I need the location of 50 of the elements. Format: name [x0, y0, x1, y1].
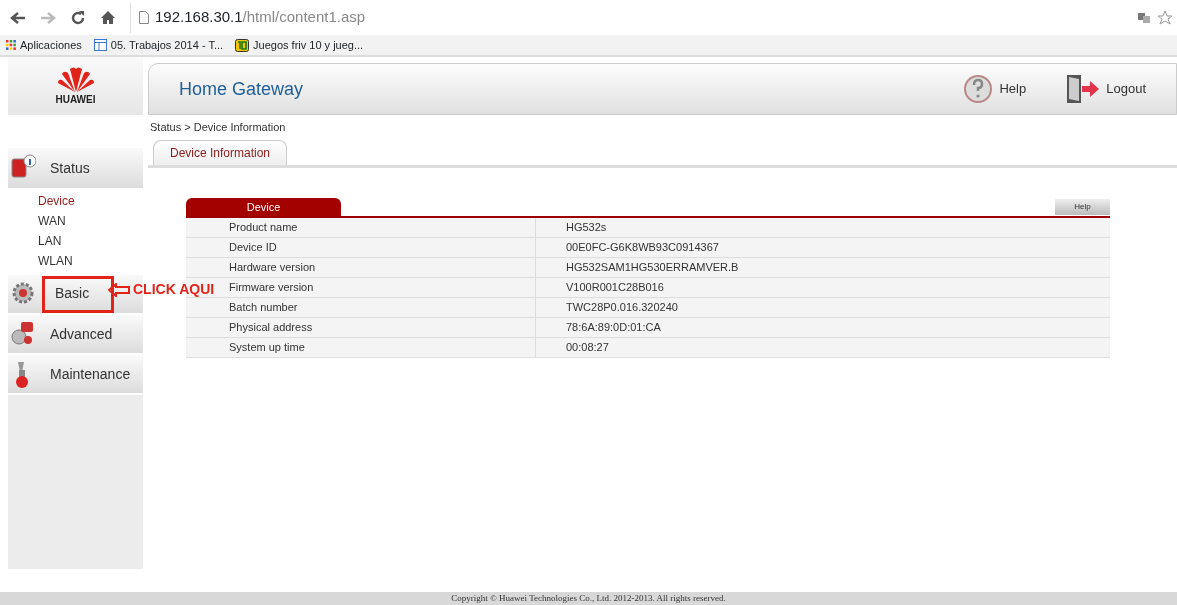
annotation-text: CLICK AQUI [133, 280, 215, 299]
home-icon[interactable] [100, 10, 116, 25]
menu-section[interactable]: Advanced [42, 319, 121, 349]
forward-icon [40, 10, 56, 25]
app-title: Home Gateway [179, 77, 305, 101]
advanced-icon [10, 320, 36, 348]
reload-icon[interactable] [70, 9, 86, 26]
row-label: Physical address [186, 318, 536, 337]
menu-section[interactable]: Status [42, 153, 98, 183]
row-label: Batch number [186, 298, 536, 317]
row-value: 78:6A:89:0D:01:CA [565, 320, 661, 336]
row-value: 00E0FC-G6K8WB93C0914367 [565, 240, 719, 256]
help-link[interactable]: Help [999, 79, 1027, 99]
menu-section[interactable]: Basic [42, 275, 115, 313]
bookmark-link[interactable]: 05. Trabajos 2014 - T... [110, 36, 224, 54]
window-icon [93, 39, 107, 51]
bookmark-link[interactable]: Juegos friv 10 y jueg... [253, 36, 364, 54]
logout-link[interactable]: Logout [1106, 79, 1146, 99]
row-label: Device ID [186, 238, 536, 257]
row-label: Hardware version [186, 258, 536, 277]
game-icon [235, 38, 250, 52]
translate-icon[interactable] [1137, 11, 1151, 24]
row-label: Product name [186, 218, 536, 237]
menu-section[interactable]: Maintenance [42, 359, 139, 389]
back-icon[interactable] [10, 10, 26, 25]
row-label: System up time [186, 338, 536, 357]
star-icon[interactable] [1157, 10, 1173, 25]
help-button[interactable]: Help [1055, 199, 1110, 215]
bookmark-link[interactable]: Aplicaciones [20, 36, 82, 54]
door-arrow-icon[interactable] [1066, 74, 1101, 104]
row-value: V100R001C28B016 [565, 280, 664, 296]
apps-icon [6, 40, 16, 50]
menu-item[interactable]: Device [38, 191, 143, 211]
menu-item[interactable]: WLAN [38, 251, 143, 271]
arrow-icon [108, 282, 130, 297]
logo-text: HUAWEI [55, 92, 96, 107]
copyright-text: Copyright © Huawei Technologies Co., Ltd. 2012-2013. All rights reserved. [0, 592, 1177, 605]
row-value: HG532SAM1HG530ERRAMVER.B [565, 260, 739, 276]
row-value: TWC28P0.016.320240 [565, 300, 678, 316]
page-icon [139, 11, 149, 24]
tab[interactable]: Device Information [153, 139, 288, 165]
row-value: 00:08:27 [565, 340, 609, 356]
table-title: Device [186, 197, 341, 216]
menu-item[interactable]: WAN [38, 211, 143, 231]
row-value: HG532s [565, 220, 607, 236]
breadcrumb-text: Status > Device Information [149, 120, 287, 135]
help-icon[interactable] [963, 74, 994, 104]
logo-icon [57, 65, 94, 92]
menu-item[interactable]: LAN [38, 231, 143, 251]
url-text[interactable]: 192.168.30.1/html/content1.asp [155, 6, 366, 29]
